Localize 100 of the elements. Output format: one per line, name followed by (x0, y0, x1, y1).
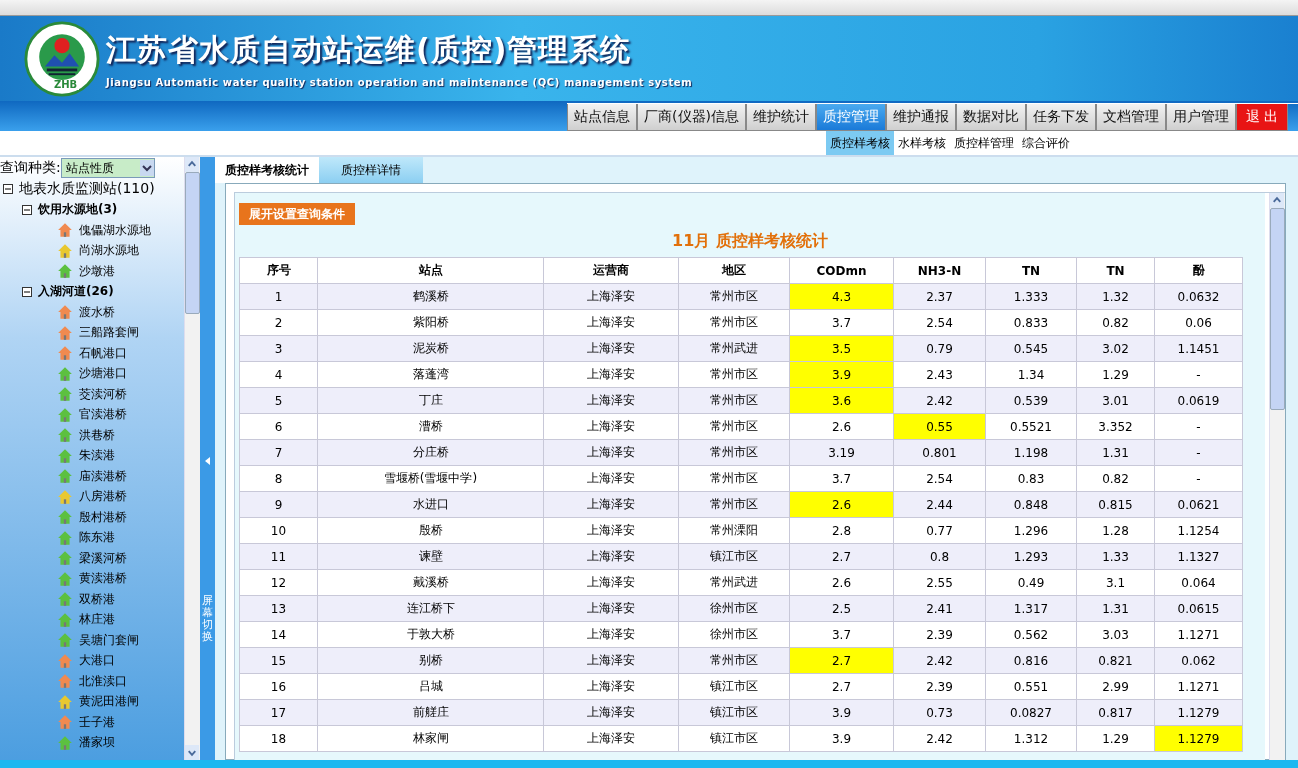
tree-leaf[interactable]: 双桥港 (79, 590, 115, 608)
table-cell: 常州市区 (678, 387, 790, 414)
scroll-thumb[interactable] (1270, 208, 1285, 410)
content-tab[interactable]: 质控样详情 (319, 157, 423, 183)
table-cell: 0.801 (893, 439, 986, 466)
tree-leaf[interactable]: 吴塘门套闸 (79, 631, 139, 649)
nav-tab[interactable]: 用户管理 (1166, 104, 1236, 131)
nav-tab[interactable]: 任务下发 (1026, 104, 1096, 131)
column-header: TN (1076, 257, 1155, 284)
tree-leaf[interactable]: 潘家坝 (79, 734, 115, 752)
scroll-down-icon[interactable] (185, 745, 199, 760)
scroll-up-icon[interactable] (185, 157, 199, 172)
nav-tab[interactable]: 站点信息 (567, 104, 638, 131)
collapse-arrow-icon[interactable] (204, 457, 211, 465)
table-cell: 0.817 (1076, 699, 1155, 726)
tree-leaf[interactable]: 黄渎港桥 (79, 570, 127, 588)
table-cell: 8 (239, 465, 318, 492)
table-cell: 鹤溪桥 (317, 283, 544, 310)
table-cell: 2.54 (893, 465, 986, 492)
table-cell: 常州市区 (678, 439, 790, 466)
scroll-thumb[interactable] (185, 172, 200, 314)
tree-leaf[interactable]: 北淮渎口 (79, 672, 127, 690)
table-cell: 徐州市区 (678, 621, 790, 648)
tree-node[interactable]: 饮用水源地(3) (38, 201, 118, 219)
collapse-icon[interactable] (22, 204, 32, 215)
nav-tab[interactable]: 退 出 (1236, 104, 1288, 131)
tree-leaf[interactable]: 八房港桥 (79, 488, 127, 506)
tree-leaf[interactable]: 梁溪河桥 (79, 549, 127, 567)
tree-leaf[interactable]: 黄泥田港闸 (79, 693, 139, 711)
collapse-icon[interactable] (3, 184, 13, 195)
table-cell: 上海泽安 (543, 725, 679, 752)
table-cell: - (1154, 439, 1243, 466)
table-cell: 3.6 (789, 387, 894, 414)
scrollbar[interactable] (1269, 193, 1285, 760)
nav-tab[interactable]: 数据对比 (956, 104, 1026, 131)
table-cell: 3.01 (1076, 387, 1155, 414)
tree-leaf[interactable]: 林庄港 (79, 611, 115, 629)
nav-tab[interactable]: 厂商(仪器)信息 (637, 104, 746, 131)
table-cell: 0.82 (1076, 465, 1155, 492)
content-tab[interactable]: 质控样考核统计 (215, 157, 319, 183)
table-cell: 1.1279 (1154, 725, 1243, 752)
table-cell: 0.062 (1154, 647, 1243, 674)
nav-tab[interactable]: 维护统计 (746, 104, 816, 131)
scroll-up-icon[interactable] (1270, 193, 1284, 208)
tree-leaf[interactable]: 沙墩港 (79, 262, 115, 280)
tree-leaf[interactable]: 傀儡湖水源地 (79, 221, 151, 239)
table-cell: 1.312 (985, 725, 1077, 752)
tree-leaf[interactable]: 大港口 (79, 652, 115, 670)
table-cell: 镇江市区 (678, 543, 790, 570)
tree-leaf[interactable]: 朱渎港 (79, 447, 115, 465)
table-cell: 1.29 (1076, 361, 1155, 388)
table-cell: 上海泽安 (543, 387, 679, 414)
table-cell: 林家闸 (317, 725, 544, 752)
tree-leaf[interactable]: 沙塘港口 (79, 365, 127, 383)
tree-leaf[interactable]: 壬子港 (79, 713, 115, 731)
column-header: 运营商 (543, 257, 679, 284)
table-cell: 0.551 (985, 673, 1077, 700)
tree-leaf[interactable]: 庙渎港桥 (79, 467, 127, 485)
table-cell: 上海泽安 (543, 621, 679, 648)
tree-leaf[interactable]: 殷村港桥 (79, 508, 127, 526)
table-cell: 1.29 (1076, 725, 1155, 752)
table-cell: 0.79 (893, 335, 986, 362)
table-cell: 2.7 (789, 673, 894, 700)
tree-leaf[interactable]: 石帆港口 (79, 344, 127, 362)
tree-node[interactable]: 入湖河道(26) (38, 283, 114, 301)
table-cell: 1.296 (985, 517, 1077, 544)
table-cell: 9 (239, 491, 318, 518)
logo-caption: ZHB (52, 80, 80, 90)
tree-leaf[interactable]: 三船路套闸 (79, 324, 139, 342)
table-cell: 上海泽安 (543, 465, 679, 492)
table-cell: 1.31 (1076, 595, 1155, 622)
tree-node[interactable]: 地表水质监测站(110) (19, 180, 155, 199)
table-cell: 1.28 (1076, 517, 1155, 544)
column-header: 站点 (317, 257, 544, 284)
table-cell: 0.82 (1076, 309, 1155, 336)
tree-leaf[interactable]: 茭渎河桥 (79, 385, 127, 403)
scrollbar[interactable] (184, 157, 200, 760)
table-cell: 2.54 (893, 309, 986, 336)
tree-leaf[interactable]: 渡水桥 (79, 303, 115, 321)
subnav-tab[interactable]: 质控样管理 (950, 131, 1018, 155)
table-cell: 2.42 (893, 387, 986, 414)
subnav-tab[interactable]: 质控样考核 (826, 131, 894, 155)
subnav-tab[interactable]: 综合评价 (1018, 131, 1074, 155)
table-cell: 上海泽安 (543, 517, 679, 544)
tree-leaf[interactable]: 官渎港桥 (79, 406, 127, 424)
table-cell: 1.1327 (1154, 543, 1243, 570)
tree-leaf[interactable]: 陈东港 (79, 529, 115, 547)
table-cell: 1.1279 (1154, 699, 1243, 726)
query-select[interactable]: 站点性质 (60, 158, 155, 178)
table-cell: 2 (239, 309, 318, 336)
subnav-tab[interactable]: 水样考核 (894, 131, 950, 155)
tree-leaf[interactable]: 尚湖水源地 (79, 242, 139, 260)
nav-tab[interactable]: 维护通报 (886, 104, 956, 131)
collapse-icon[interactable] (22, 286, 32, 297)
table-cell: 上海泽安 (543, 647, 679, 674)
tree-leaf[interactable]: 洪巷桥 (79, 426, 115, 444)
nav-tab[interactable]: 文档管理 (1096, 104, 1166, 131)
query-label: 查询种类: (0, 159, 61, 177)
report-title: 11月 质控样考核统计 (671, 230, 829, 252)
table-cell: 上海泽安 (543, 413, 679, 440)
